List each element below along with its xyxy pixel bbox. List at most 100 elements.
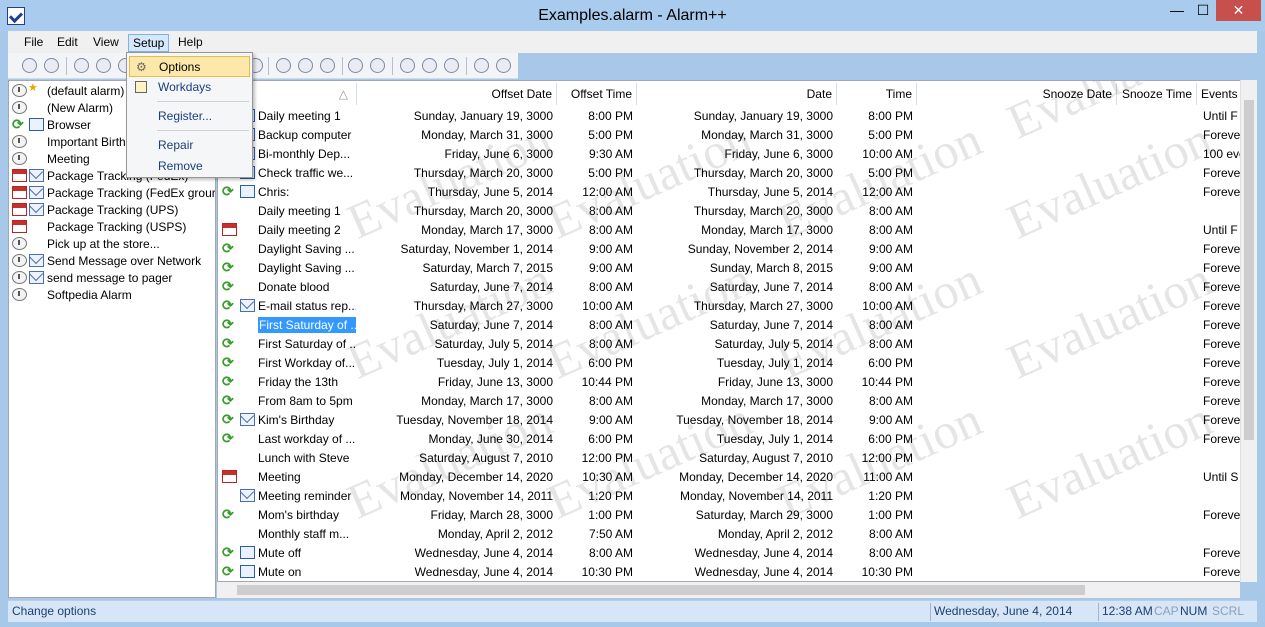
tree-item[interactable]: Package Tracking (UPS) (9, 202, 215, 219)
recurring-icon: ⟳ (222, 411, 234, 427)
column-header-offset-date[interactable]: Offset Date (357, 83, 557, 105)
cell-time: 5:00 PM (868, 166, 913, 180)
open-book-icon[interactable] (422, 58, 437, 73)
table-row[interactable]: Daily meeting 1 Sunday, January 19, 3000 8… (218, 106, 1238, 125)
table-row[interactable]: ⟳ Mom's birthday Friday, March 28, 3000 1:0… (218, 505, 1240, 524)
table-row[interactable]: Meeting Monday, December 14, 2020 10:30 AM… (218, 467, 1238, 486)
table-row[interactable]: Backup computer Monday, March 31, 3000 5:0… (218, 125, 1240, 144)
menu-setup[interactable]: Setup (128, 34, 170, 52)
table-row[interactable]: ⟳ Last workday of ... Monday, June 30, 201… (218, 429, 1240, 448)
cell-date: Sunday, November 2, 2014 (687, 242, 833, 256)
menu-file[interactable]: File (20, 34, 47, 52)
setup-menu-dropdown: ⚙ Options Workdays Register... Repair Re… (126, 52, 253, 178)
menu-help[interactable]: Help (174, 34, 207, 52)
new-alarm-icon[interactable] (74, 58, 89, 73)
table-row[interactable]: ⟳ Daylight Saving ... Saturday, November 1… (218, 239, 1240, 258)
table-row[interactable]: ⟳ First Saturday of ... Saturday, July 5, … (218, 334, 1240, 353)
table-row[interactable]: ⟳ E-mail status rep... Thursday, March 27,… (218, 296, 1240, 315)
tree-item[interactable]: Pick up at the store... (9, 236, 215, 253)
mail-icon (240, 299, 255, 312)
minimize-button[interactable]: — (1164, 0, 1190, 21)
menu-option-register[interactable]: Register... (129, 106, 250, 127)
table-row[interactable]: Daily meeting 2 Monday, March 17, 3000 8:0… (218, 220, 1238, 239)
cell-offset-time: 8:00 AM (588, 394, 633, 408)
table-row[interactable]: ⟳ From 8am to 5pm Monday, March 17, 3000 8:… (218, 391, 1240, 410)
help-icon[interactable] (444, 58, 459, 73)
menu-option-workdays[interactable]: Workdays (129, 77, 250, 98)
cell-time: 6:00 PM (868, 356, 913, 370)
menu-view[interactable]: View (89, 34, 123, 52)
column-header-offset-time[interactable]: Offset Time (557, 83, 637, 105)
table-row[interactable]: Daily meeting 1 Thursday, March 20, 3000 8… (218, 201, 1238, 220)
table-row[interactable]: ⟳ Daylight Saving ... Saturday, March 7, 2… (218, 258, 1240, 277)
cell-date: Sunday, January 19, 3000 (693, 109, 833, 123)
cell-offset-time: 10:30 PM (581, 565, 633, 579)
table-row[interactable]: ⟳ First Workday of... Tuesday, July 1, 201… (218, 353, 1240, 372)
gear-icon[interactable] (348, 58, 363, 73)
column-header-snooze-time[interactable]: Snooze Time (1117, 83, 1197, 105)
table-row[interactable]: ⟳ Friday the 13th Friday, June 13, 3000 10:… (218, 372, 1240, 391)
cell-name: Mom's birthday (258, 508, 339, 522)
vertical-scroll-thumb[interactable] (1244, 100, 1254, 440)
cell-offset-date: Tuesday, November 18, 2014 (396, 413, 553, 427)
tree-item[interactable]: send message to pager (9, 270, 215, 287)
cell-offset-time: 7:50 AM (588, 527, 633, 541)
cell-time: 10:44 PM (861, 375, 913, 389)
cell-name: First Saturday of ... (258, 337, 356, 351)
window-icon (240, 546, 255, 559)
table-row[interactable]: ⟳ Mute off Wednesday, June 4, 2014 8:00 AM W… (218, 543, 1240, 562)
status-separator (1098, 603, 1099, 621)
pause-icon[interactable] (22, 58, 37, 73)
table-row[interactable]: Bi-monthly Dep... Friday, June 6, 3000 9:3… (218, 144, 1246, 163)
menu-option-repair[interactable]: Repair (129, 135, 250, 156)
table-row[interactable]: Check traffic we... Thursday, March 20, 3… (218, 163, 1240, 182)
recurring-icon: ⟳ (12, 116, 24, 132)
alarm-list[interactable]: △ Offset Date Offset Time Date Time Snoo… (217, 80, 1257, 582)
table-row[interactable]: Monthly staff m... Monday, April 2, 2012 7… (218, 524, 1238, 543)
cell-name: Lunch with Steve (258, 451, 350, 465)
cell-offset-date: Sunday, January 19, 3000 (413, 109, 553, 123)
table-row[interactable]: Meeting reminder Monday, November 14, 201… (218, 486, 1238, 505)
window-icon (240, 185, 255, 198)
recurring-icon: ⟳ (222, 335, 234, 351)
play-icon[interactable] (44, 58, 59, 73)
close-button[interactable]: ✕ (1216, 0, 1261, 21)
vertical-scrollbar[interactable] (1240, 80, 1257, 582)
tree-item[interactable]: Package Tracking (USPS) (9, 219, 215, 236)
paste-icon[interactable] (320, 58, 335, 73)
menu-option-label: Workdays (158, 80, 212, 94)
table-row[interactable]: ⟳ Kim's Birthday Tuesday, November 18, 201… (218, 410, 1240, 429)
cell-date: Tuesday, July 1, 2014 (716, 432, 833, 446)
menu-option-options[interactable]: ⚙ Options (129, 56, 250, 77)
copy-icon[interactable] (298, 58, 313, 73)
horizontal-scroll-thumb[interactable] (237, 585, 1085, 595)
book-icon[interactable] (400, 58, 415, 73)
menu-edit[interactable]: Edit (53, 34, 82, 52)
globe-icon[interactable] (474, 58, 489, 73)
calendar-grid-icon[interactable] (370, 58, 385, 73)
cell-offset-date: Monday, November 14, 2011 (400, 489, 553, 503)
calendar-grid-icon (135, 81, 147, 93)
tree-item[interactable]: Send Message over Network (9, 253, 215, 270)
table-row[interactable]: ⟳ First Saturday of ... Saturday, June 7, … (218, 315, 1240, 334)
column-header-time[interactable]: Time (837, 83, 917, 105)
tree-item[interactable]: Softpedia Alarm (9, 287, 215, 304)
column-header-snooze-date[interactable]: Snooze Date (917, 83, 1117, 105)
cut-icon[interactable] (276, 58, 291, 73)
recurring-icon: ⟳ (222, 316, 234, 332)
title-bar[interactable]: Examples.alarm - Alarm++ — ☐ ✕ (0, 0, 1265, 31)
table-row[interactable]: ⟳ Mute on Wednesday, June 4, 2014 10:30 PM W… (218, 562, 1240, 581)
edit-alarm-icon[interactable] (96, 58, 111, 73)
table-row[interactable]: ⟳ Donate blood Saturday, June 7, 2014 8:00 … (218, 277, 1240, 296)
menu-option-remove[interactable]: Remove (129, 156, 250, 177)
maximize-button[interactable]: ☐ (1190, 0, 1216, 21)
table-row[interactable]: Lunch with Steve Saturday, August 7, 2010… (218, 448, 1238, 467)
column-header-date[interactable]: Date (637, 83, 837, 105)
cell-date: Thursday, March 20, 3000 (693, 166, 833, 180)
info-icon[interactable] (496, 58, 511, 73)
table-row[interactable]: ⟳ Chris: Thursday, June 5, 2014 12:00 AM Thu… (218, 182, 1240, 201)
window-icon (240, 565, 255, 578)
tree-item-label: Package Tracking (USPS) (47, 220, 187, 234)
horizontal-scrollbar[interactable] (217, 582, 1240, 598)
tree-item[interactable]: Package Tracking (FedEx grour (9, 185, 215, 202)
